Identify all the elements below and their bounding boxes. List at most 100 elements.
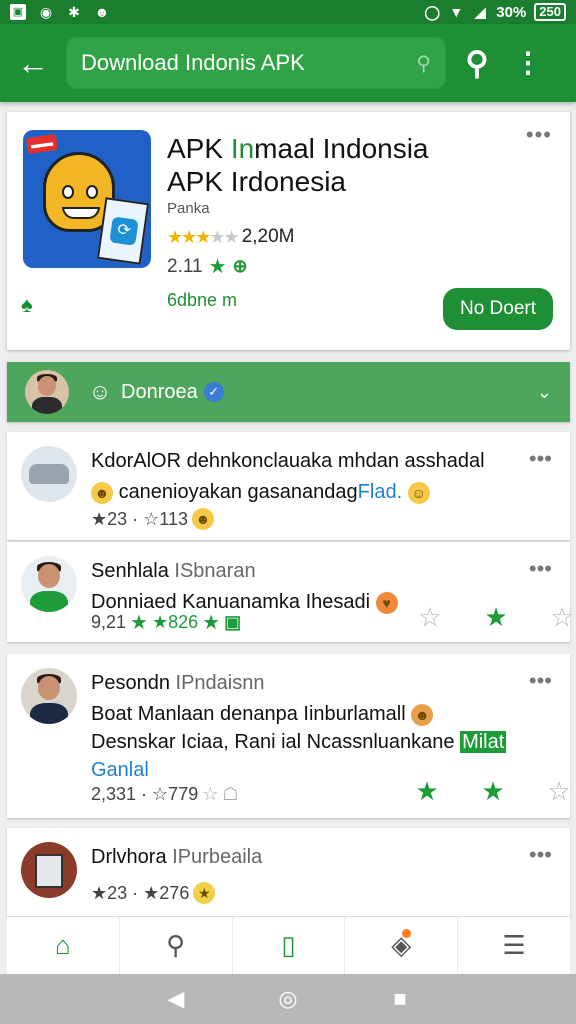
developer-bar[interactable]: ☺ Donroea ✓ ⌄ (7, 362, 570, 422)
star-outline-icon[interactable]: ☆ (547, 602, 576, 633)
rating-stars: ★★★★★ (167, 226, 240, 247)
avatar[interactable] (25, 370, 69, 414)
nav-search[interactable]: ⚲ (120, 917, 233, 974)
circle-icon: ◯ (424, 4, 441, 20)
review-card[interactable]: KdorAlOR dehnkonclauaka mhdan asshadal ☻… (7, 432, 570, 540)
review-meta: ★23 · ★276 ★ (91, 882, 216, 904)
search-input[interactable] (81, 50, 417, 76)
search-button[interactable]: ⚲ (446, 44, 508, 82)
menu-icon: ☰ (502, 930, 526, 960)
star-icon: ★ (130, 612, 148, 634)
more-horiz-icon[interactable]: ••• (529, 670, 552, 692)
wifi-icon: ▼ (449, 4, 464, 20)
review-meta: 9,21 ★ ★826 ★ ▣ (91, 612, 242, 634)
status-bar: ▣ ◉ ✱ ☻ ◯ ▼ ◢ 30% 250 (0, 0, 576, 24)
review-avatar[interactable] (21, 842, 77, 898)
battery-icon: 250 (534, 3, 566, 21)
system-recents-button[interactable]: ■ (380, 986, 420, 1012)
reviewer-name[interactable]: Pesondn (91, 672, 170, 694)
reviewer-name[interactable]: Drlvhora (91, 846, 167, 868)
star-icon[interactable]: ★ (481, 602, 511, 633)
home-icon: ⌂ (55, 930, 71, 960)
review-text-line1: dehnkonclauaka mhdan asshadal (186, 450, 485, 472)
star-outline-icon: ☆ (202, 784, 219, 804)
review-card[interactable]: Pesondn IPndaisnn Boat Manlaan denanpa I… (7, 654, 571, 818)
developer-name[interactable]: Donroea (121, 381, 198, 404)
reviewer-handle: IPndaisnn (175, 672, 265, 694)
back-button[interactable]: ← (0, 24, 66, 102)
toolbar: ← ⚲ ⚲ ⋮ (0, 24, 576, 102)
star-icon[interactable]: ★ (412, 776, 442, 807)
download-button[interactable]: No Doert (443, 288, 553, 330)
badge-icon: ☖ (222, 784, 239, 804)
review-avatar[interactable] (21, 556, 77, 612)
car-image (29, 464, 69, 484)
star-icon: ★ (208, 256, 227, 278)
review-avatar[interactable] (21, 668, 77, 724)
review-card[interactable]: Drlvhora IPurbeaila ★23 · ★276 ★ ••• (7, 828, 570, 918)
chevron-down-icon[interactable]: ⌄ (537, 382, 552, 403)
review-link[interactable]: Ganlal (91, 759, 149, 781)
review-meta: 2,331 · ☆779 ☆ ☖ (91, 784, 239, 804)
emoji-icon: ☻ (411, 703, 434, 726)
tree-icon: ♠ (21, 292, 33, 317)
arrow-left-icon: ← (17, 44, 49, 81)
rating-count: 2,20M (241, 226, 295, 247)
gift-icon: ★ (193, 882, 216, 904)
more-horiz-icon[interactable]: ••• (526, 124, 552, 146)
review-avatar[interactable] (21, 446, 77, 502)
image-icon: ▣ (10, 4, 26, 20)
verified-check-icon: ✓ (203, 382, 224, 402)
review-card[interactable]: Senhlala ISbnaran Donniaed Kanuanamka Ih… (7, 542, 574, 642)
review-text: Boat Manlaan denanpa Iinburlamall ☻ Desn… (91, 703, 507, 781)
tablet-image (35, 854, 63, 888)
star-outline-icon[interactable]: ☆ (544, 776, 574, 807)
camera-icon: ◉ (39, 4, 53, 20)
system-back-button[interactable]: ◀ (156, 986, 196, 1012)
app-title: APK Inmaal Indonsia APK Irdonesia (167, 133, 429, 197)
rating-stars[interactable]: ☆ ★ ☆ (415, 602, 576, 633)
overflow-menu-button[interactable]: ⋮ (508, 49, 548, 77)
more-horiz-icon[interactable]: ••• (529, 558, 552, 580)
battery-percent: 30% (496, 3, 527, 21)
review-highlight: Milat (460, 731, 507, 753)
reviewer-name[interactable]: KdorAlOR (91, 450, 181, 472)
nav-home[interactable]: ⌂ (7, 917, 120, 974)
review-link[interactable]: Flad. (358, 481, 402, 503)
emoji-icon: ♥ (375, 591, 398, 614)
more-vert-icon: ⋮ (514, 47, 542, 78)
star-icon[interactable]: ★ (478, 776, 508, 807)
emoji-icon: ☻ (192, 508, 214, 530)
user-icon: ☺ (88, 379, 112, 404)
reviewer-name[interactable]: Senhlala (91, 560, 169, 582)
refresh-icon: ⟳ (109, 216, 139, 246)
search-icon[interactable]: ⚲ (416, 51, 431, 76)
app-icon-tag: ▬▬ (26, 133, 58, 155)
more-horiz-icon[interactable]: ••• (529, 448, 552, 470)
document-illustration: ⟳ (96, 197, 150, 265)
nav-menu[interactable]: ☰ (458, 917, 570, 974)
app-card[interactable]: ▬▬ ⟳ APK Inmaal Indonsia APK Irdonesia P… (7, 112, 570, 350)
review-text: ☻ canenioyakan gasanandagFlad. ☺ (91, 478, 551, 506)
system-navigation: ◀ ◎ ■ (0, 974, 576, 1024)
app-rating: ★★★★★ 2,20M (167, 226, 295, 248)
app-developer[interactable]: Panka (167, 200, 210, 217)
apps-icon: ▯ (281, 930, 296, 960)
nav-notifications[interactable]: ◈ (345, 917, 459, 974)
reviewer-handle: ISbnaran (174, 560, 256, 582)
verified-shield-icon: ⊕ (232, 256, 248, 276)
nav-apps[interactable]: ▯ (233, 917, 346, 974)
signal-icon: ◢ (474, 4, 486, 20)
rating-stars[interactable]: ★ ★ ☆ (412, 776, 574, 807)
system-home-button[interactable]: ◎ (268, 986, 308, 1012)
app-icon[interactable]: ▬▬ ⟳ (23, 130, 151, 268)
star-icon: ★ (202, 612, 221, 634)
smile-icon: ☻ (94, 4, 110, 20)
app-version: 2.11 (167, 255, 203, 277)
puzzle-icon: ✱ (68, 4, 80, 20)
search-box[interactable]: ⚲ (66, 37, 446, 89)
more-horiz-icon[interactable]: ••• (529, 844, 552, 866)
app-version-row: 2.11 ★ ⊕ (167, 254, 248, 279)
search-icon: ⚲ (166, 930, 186, 960)
star-outline-icon[interactable]: ☆ (415, 602, 445, 633)
